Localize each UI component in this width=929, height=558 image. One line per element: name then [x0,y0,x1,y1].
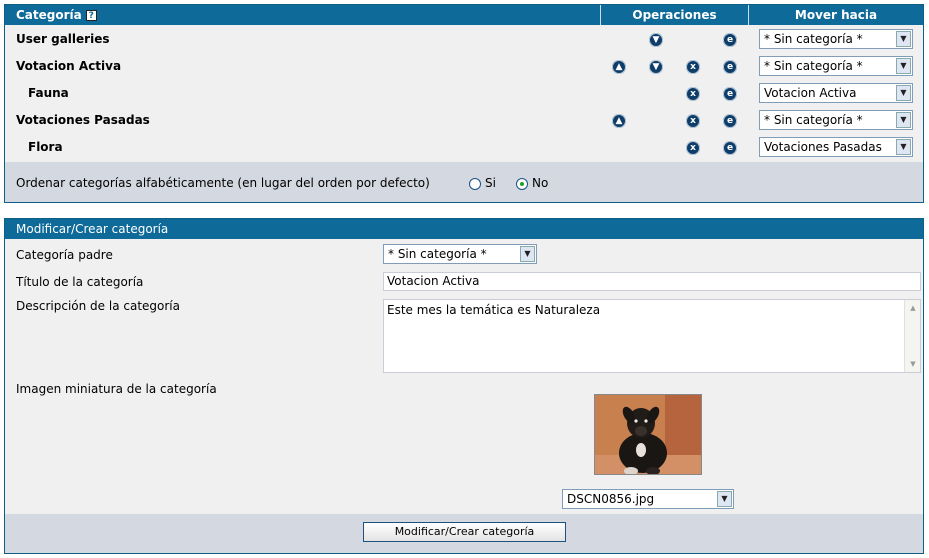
chevron-down-icon: ▼ [896,31,911,47]
move-up-icon[interactable]: ▲ [612,114,626,128]
scroll-up-icon[interactable]: ▲ [906,301,920,315]
edit-category-panel: Modificar/Crear categoría Categoría padr… [4,218,924,554]
parent-category-value: * Sin categoría * [388,247,487,261]
move-to-value: * Sin categoría * [764,113,863,127]
category-description-textarea[interactable]: Este mes la temática es Naturaleza ▲ ▼ [383,299,921,373]
sort-options-bar: Ordenar categorías alfabéticamente (en l… [5,162,923,202]
edit-category-title: Modificar/Crear categoría [16,222,169,236]
move-down-icon[interactable]: ▼ [649,60,663,74]
category-name: Fauna [28,86,69,100]
edit-category-header: Modificar/Crear categoría [5,219,923,239]
chevron-down-icon: ▼ [520,246,535,262]
move-to-select[interactable]: * Sin categoría * ▼ [759,110,913,130]
move-to-value: * Sin categoría * [764,59,863,73]
category-name: Votacion Activa [16,59,122,73]
move-to-select[interactable]: * Sin categoría * ▼ [759,29,913,49]
submit-category-button[interactable]: Modificar/Crear categoría [363,522,566,542]
chevron-down-icon: ▼ [896,58,911,74]
dog-photo-icon [595,395,701,474]
move-up-icon[interactable]: ▲ [612,60,626,74]
move-to-value: Votacion Activa [764,86,857,100]
sort-no-label: No [532,176,549,190]
category-row: Flora x e Votaciones Pasadas ▼ [5,134,923,161]
category-row: User galleries ▼ e * Sin categoría * ▼ [5,26,923,53]
delete-icon[interactable]: x [686,114,700,128]
category-header-label: Categoría [16,8,82,22]
move-to-column-header: Mover hacia [794,8,878,22]
delete-icon[interactable]: x [686,60,700,74]
thumbnail-file-select[interactable]: DSCN0856.jpg ▼ [562,489,734,509]
edit-icon[interactable]: e [723,60,737,74]
chevron-down-icon: ▼ [717,491,732,507]
category-row: Fauna x e Votacion Activa ▼ [5,80,923,107]
description-scrollbar[interactable]: ▲ ▼ [904,300,920,372]
category-row: Votaciones Pasadas ▲ x e * Sin categoría… [5,107,923,134]
category-description-text: Este mes la temática es Naturaleza [387,303,601,317]
category-description-label: Descripción de la categoría [16,299,180,313]
categories-panel: Categoría? Operaciones Mover hacia User … [4,4,924,203]
submit-bar: Modificar/Crear categoría [5,514,923,553]
move-to-select[interactable]: Votaciones Pasadas ▼ [759,137,913,157]
category-row: Votacion Activa ▲ ▼ x e * Sin categoría … [5,53,923,80]
chevron-down-icon: ▼ [896,85,911,101]
category-name: Flora [28,140,63,154]
thumbnail-label: Imagen miniatura de la categoría [16,382,217,396]
category-name: Votaciones Pasadas [16,113,150,127]
edit-icon[interactable]: e [723,141,737,155]
move-to-select[interactable]: * Sin categoría * ▼ [759,56,913,76]
help-icon[interactable]: ? [85,10,97,21]
move-to-select[interactable]: Votacion Activa ▼ [759,83,913,103]
chevron-down-icon: ▼ [896,112,911,128]
category-thumbnail-image [594,394,702,475]
sort-no-radio[interactable] [516,178,528,190]
move-to-value: Votaciones Pasadas [764,140,882,154]
parent-category-label: Categoría padre [16,248,113,262]
move-to-value: * Sin categoría * [764,32,863,46]
category-title-label: Título de la categoría [16,275,144,289]
delete-icon[interactable]: x [686,141,700,155]
scroll-down-icon[interactable]: ▼ [906,357,920,371]
thumbnail-file-value: DSCN0856.jpg [567,492,655,506]
sort-label: Ordenar categorías alfabéticamente (en l… [16,176,430,190]
parent-category-select[interactable]: * Sin categoría * ▼ [383,244,537,264]
edit-icon[interactable]: e [723,114,737,128]
chevron-down-icon: ▼ [896,139,911,155]
category-title-input[interactable]: Votacion Activa [383,272,921,291]
edit-icon[interactable]: e [723,87,737,101]
operations-column-header: Operaciones [632,8,717,22]
categories-header: Categoría? Operaciones Mover hacia [5,5,923,25]
category-name: User galleries [16,32,110,46]
move-down-icon[interactable]: ▼ [649,33,663,47]
sort-yes-label: Si [485,176,496,190]
delete-icon[interactable]: x [686,87,700,101]
sort-yes-radio[interactable] [469,178,481,190]
edit-icon[interactable]: e [723,33,737,47]
category-column-header: Categoría? [16,5,97,25]
